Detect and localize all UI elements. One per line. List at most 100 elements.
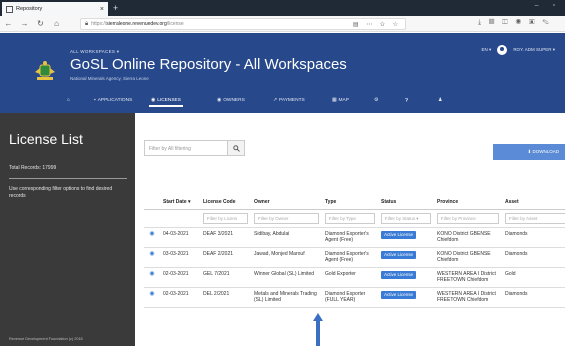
license-code-cell: DEL 2/2021 — [200, 287, 251, 308]
language-selector[interactable]: EN ▾ — [482, 47, 492, 53]
settings-icon[interactable]: ⚙ — [374, 98, 378, 103]
status-cell: Active License — [378, 267, 434, 288]
nav-payments[interactable]: ↗ PAYMENTS — [273, 98, 305, 103]
tab-title: Repository — [16, 6, 43, 12]
asset-cell: Gold — [502, 267, 565, 288]
url-text: https://sierraleone.revenuedev.org/licen… — [91, 21, 184, 27]
app-title: GoSL Online Repository - All Workspaces — [70, 56, 347, 73]
filter-row: Filter by Licens Filter by Owner Filter … — [144, 209, 565, 228]
toolbar-icons[interactable]: ⤓ ▥ ◫ ◉ ▣ ✎ — [478, 19, 552, 27]
home-icon[interactable]: ⌂ — [52, 19, 61, 28]
account-icon[interactable]: ♟ — [438, 98, 442, 103]
column-header-type[interactable]: Type — [322, 190, 378, 210]
filter-status-select[interactable]: Filter by Status ▾ — [381, 212, 431, 224]
asset-cell: Diamonds — [502, 227, 565, 248]
status-badge: Active License — [381, 270, 417, 279]
nav-map[interactable]: ▦ MAP — [332, 98, 349, 103]
users-icon: ◉ — [217, 98, 222, 103]
browser-tab[interactable]: Repository × — [2, 2, 108, 16]
status-cell: Active License — [378, 287, 434, 308]
address-bar[interactable]: 🔒︎ https://sierraleone.revenuedev.org/li… — [80, 18, 406, 30]
start-date-cell: 02-03-2021 — [160, 267, 200, 288]
status-badge: Active License — [381, 250, 417, 259]
coat-of-arms-logo — [35, 61, 55, 80]
table-row[interactable]: ◉ 02-03-2021 DEL 2/2021 Metals and Miner… — [144, 287, 565, 308]
filter-owner[interactable]: Filter by Owner — [254, 212, 319, 224]
avatar[interactable] — [497, 45, 508, 55]
column-header-start-date[interactable]: Start Date ▾ — [160, 190, 200, 210]
filter-all-input[interactable]: Filter by All filtering — [144, 140, 228, 156]
asset-cell: Diamonds — [502, 247, 565, 268]
eye-icon: ◉ — [151, 98, 156, 103]
sort-desc-icon[interactable]: ▾ — [188, 199, 191, 205]
license-code-cell: GEL 7/2021 — [200, 267, 251, 288]
license-code-cell: DEAF 3/2021 — [200, 227, 251, 248]
view-record-icon[interactable]: ◉ — [144, 247, 160, 268]
filter-asset[interactable]: Filter by Asset — [505, 212, 565, 224]
footer-copyright: Revenue Development Foundation (c) 2018 — [9, 337, 83, 341]
total-records: Total Records: 17999 — [9, 165, 57, 171]
province-cell: KONO District GBENSE Chiefdom — [434, 247, 502, 268]
help-icon[interactable]: ❓︎ — [405, 98, 408, 104]
search-icon — [232, 144, 240, 152]
filter-hint: Use corresponding filter options to find… — [9, 186, 113, 199]
table-row[interactable]: ◉ 03-03-2021 DEAF 2/2021 Jawad, Monjed M… — [144, 247, 565, 268]
owner-cell: Winner Global (SL) Limited — [251, 267, 322, 288]
back-icon[interactable]: ← — [4, 19, 13, 28]
filter-license-code[interactable]: Filter by Licens — [203, 212, 248, 224]
search-button[interactable] — [227, 140, 245, 156]
user-menu[interactable]: ROY. ADM SUPER ▾ — [513, 47, 555, 53]
filter-type[interactable]: Filter by Type — [325, 212, 375, 224]
download-button[interactable]: ⬇ DOWNLOAD — [493, 144, 565, 160]
column-header-province[interactable]: Province — [434, 190, 502, 210]
pointer-arrow-icon — [313, 313, 323, 346]
filter-province[interactable]: Filter by Province — [437, 212, 499, 224]
nav-licenses[interactable]: ◉ LICENSES — [149, 98, 183, 107]
start-date-cell: 03-03-2021 — [160, 247, 200, 268]
column-header-license-code[interactable]: License Code — [200, 190, 251, 210]
owner-cell: Sidibay, Abdulai — [251, 227, 322, 248]
asset-cell: Diamonds — [502, 287, 565, 308]
view-column-header — [144, 190, 160, 210]
view-record-icon[interactable]: ◉ — [144, 287, 160, 308]
main-menu: ⌂ ▪ APPLICATIONS ◉ LICENSES ◉ OWNERS ↗ PAYME… — [0, 95, 565, 109]
forward-icon[interactable]: → — [20, 19, 29, 28]
type-cell: Diamond Exporter's Agent (Free) — [322, 247, 378, 268]
new-tab-icon[interactable]: + — [113, 3, 118, 13]
browser-tab-bar: Repository × + – ▫ — [0, 0, 565, 16]
nav-owners[interactable]: ◉ OWNERS — [217, 98, 245, 103]
browser-nav-bar: ← → ↻ ⌂ 🔒︎ https://sierraleone.revenuede… — [0, 16, 565, 32]
divider — [9, 178, 127, 179]
table-row[interactable]: ◉ 04-03-2021 DEAF 3/2021 Sidibay, Abdula… — [144, 227, 565, 248]
reload-icon[interactable]: ↻ — [36, 19, 45, 28]
view-record-icon[interactable]: ◉ — [144, 227, 160, 248]
table-header-row: Start Date ▾ License Code Owner Type Sta… — [144, 190, 565, 210]
province-cell: WESTERN AREA I District FREETOWN Chiefdo… — [434, 287, 502, 308]
view-record-icon[interactable]: ◉ — [144, 267, 160, 288]
sidebar: License List Total Records: 17999 Use co… — [0, 113, 135, 346]
workspace-selector[interactable]: ALL WORKSPACES ▾ — [70, 49, 119, 55]
chart-icon: ↗ — [273, 98, 278, 103]
owner-cell: Metals and Minerals Trading (SL) Limited — [251, 287, 322, 308]
main-content: Filter by All filtering ⬇ DOWNLOAD Start… — [135, 113, 565, 346]
nav-applications[interactable]: ▪ APPLICATIONS — [94, 98, 132, 103]
address-bar-icons[interactable]: ▤ ⋯ ✩ ☆ — [353, 21, 401, 28]
province-cell: KONO District GBENSE Chiefdom — [434, 227, 502, 248]
column-header-asset[interactable]: Asset — [502, 190, 565, 210]
window-controls[interactable]: – ▫ — [535, 2, 561, 9]
status-cell: Active License — [378, 247, 434, 268]
briefcase-icon: ▪ — [94, 98, 96, 103]
page-title: License List — [9, 131, 83, 147]
close-tab-icon[interactable]: × — [100, 6, 104, 13]
type-cell: Gold Exporter — [322, 267, 378, 288]
start-date-cell: 02-03-2021 — [160, 287, 200, 308]
start-date-cell: 04-03-2021 — [160, 227, 200, 248]
status-cell: Active License — [378, 227, 434, 248]
column-header-owner[interactable]: Owner — [251, 190, 322, 210]
table-row[interactable]: ◉ 02-03-2021 GEL 7/2021 Winner Global (S… — [144, 267, 565, 288]
home-nav-icon[interactable]: ⌂ — [67, 98, 70, 103]
column-header-status[interactable]: Status — [378, 190, 434, 210]
user-area: EN ▾ ROY. ADM SUPER ▾ — [482, 45, 555, 55]
type-cell: Diamond Exporter's Agent (Free) — [322, 227, 378, 248]
type-cell: Diamond Exporter (FULL YEAR) — [322, 287, 378, 308]
